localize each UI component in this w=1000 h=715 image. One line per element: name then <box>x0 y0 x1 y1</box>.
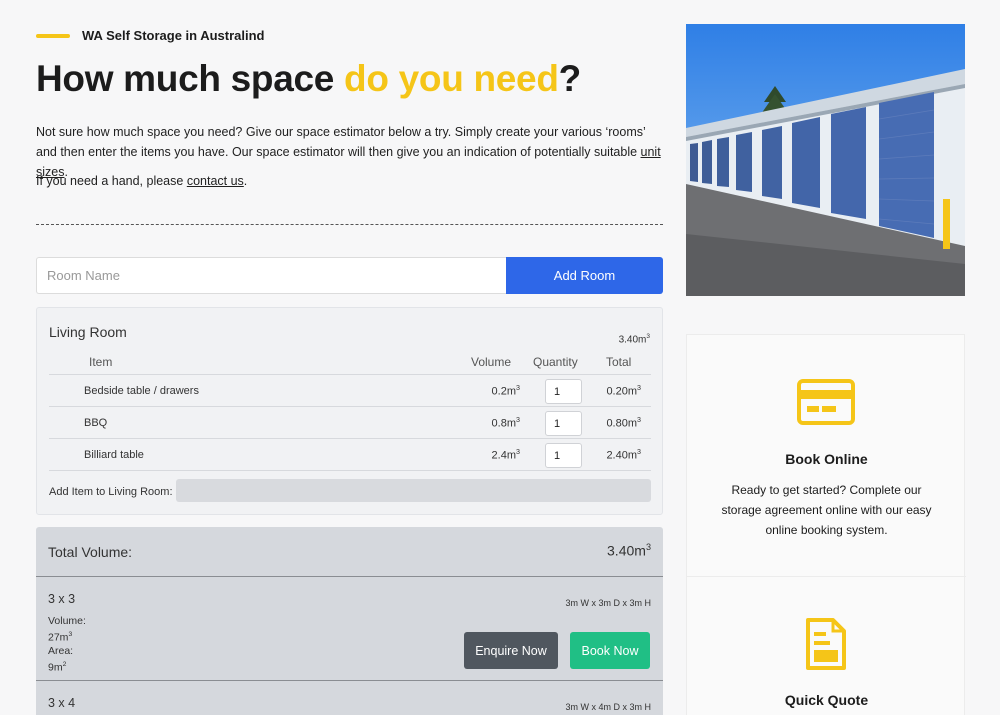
quantity-input[interactable] <box>545 411 582 436</box>
book-now-button[interactable]: Book Now <box>570 632 650 669</box>
unit-volume-label: Volume: <box>48 615 86 627</box>
divider <box>687 576 966 577</box>
item-name: Billiard table <box>84 449 144 461</box>
quantity-input[interactable] <box>545 443 582 468</box>
header-item: Item <box>89 355 113 369</box>
item-total: 0.80m3 <box>606 416 641 430</box>
item-volume: 0.2m3 <box>491 384 520 398</box>
item-volume: 2.4m3 <box>491 448 520 462</box>
book-online-text: Ready to get started? Complete our stora… <box>721 483 932 537</box>
unit-dimensions: 3m W x 3m D x 3m H <box>565 598 651 608</box>
eyebrow-accent-bar <box>36 33 70 38</box>
item-name: Bedside table / drawers <box>84 385 199 397</box>
unit-info: Volume: 27m3 Area: 9m2 <box>48 615 86 674</box>
header-volume: Volume <box>471 355 512 369</box>
table-row: Billiard table 2.4m3 2.40m3 <box>49 439 651 471</box>
add-room-form: Add Room <box>36 257 663 294</box>
total-volume-value: 3.40m3 <box>607 542 651 559</box>
enquire-now-button[interactable]: Enquire Now <box>464 632 558 669</box>
dashed-divider <box>36 224 663 225</box>
unit-title: 3 x 4 <box>48 696 76 710</box>
unit-area-label: Area: <box>48 644 74 657</box>
eyebrow-text: WA Self Storage in Australind <box>82 28 265 43</box>
table-row: BBQ 0.8m3 0.80m3 <box>49 407 651 439</box>
room-title: Living Room <box>49 324 127 340</box>
items-table-header: Item Volume Quantity Total <box>49 355 651 375</box>
room-total: 3.40m3 <box>618 333 650 346</box>
table-row: Bedside table / drawers 0.2m3 0.20m3 <box>49 375 651 407</box>
divider <box>36 680 663 681</box>
help-end: . <box>243 174 248 188</box>
intro-text: Not sure how much space you need? Give o… <box>36 125 646 159</box>
item-name: BBQ <box>84 417 108 429</box>
room-name-input[interactable] <box>36 257 506 294</box>
unit-title: 3 x 3 <box>48 592 76 606</box>
volume-summary: Total Volume: 3.40m3 3 x 3 3m W x 3m D x… <box>36 527 663 715</box>
add-item-select[interactable] <box>176 479 651 502</box>
total-volume-label: Total Volume: <box>48 544 133 560</box>
title-highlight: do you need <box>344 58 559 99</box>
item-volume: 0.8m3 <box>491 416 520 430</box>
header-quantity: Quantity <box>533 355 578 369</box>
help-paragraph: If you need a hand, please contact us. <box>36 171 247 191</box>
unit-area: 9m2 <box>48 660 67 674</box>
add-room-button[interactable]: Add Room <box>506 257 663 294</box>
document-icon <box>806 618 846 675</box>
unit-volume: 27m3 <box>48 631 73 644</box>
help-text: If you need a hand, please <box>36 174 187 188</box>
quantity-input[interactable] <box>545 379 582 404</box>
storage-facility-photo <box>686 24 965 296</box>
add-item-label: Add Item to Living Room: <box>49 486 173 498</box>
quick-quote-title: Quick Quote <box>784 692 869 708</box>
eyebrow: WA Self Storage in Australind <box>36 28 265 43</box>
item-total: 2.40m3 <box>606 448 641 462</box>
divider <box>36 576 663 577</box>
item-total: 0.20m3 <box>606 384 641 398</box>
header-total: Total <box>606 355 632 369</box>
title-part-1: How much space <box>36 58 345 99</box>
room-card: Living Room 3.40m3 Item Volume Quantity … <box>36 307 663 515</box>
unit-dimensions: 3m W x 4m D x 3m H <box>565 702 651 712</box>
page-title: How much space do you need? <box>36 58 581 100</box>
card-icon <box>797 379 855 430</box>
title-part-2: ? <box>558 58 582 99</box>
sidebar-cards: Book Online Ready to get started? Comple… <box>686 334 966 715</box>
book-online-title: Book Online <box>785 451 868 467</box>
contact-us-link[interactable]: contact us <box>187 174 244 188</box>
